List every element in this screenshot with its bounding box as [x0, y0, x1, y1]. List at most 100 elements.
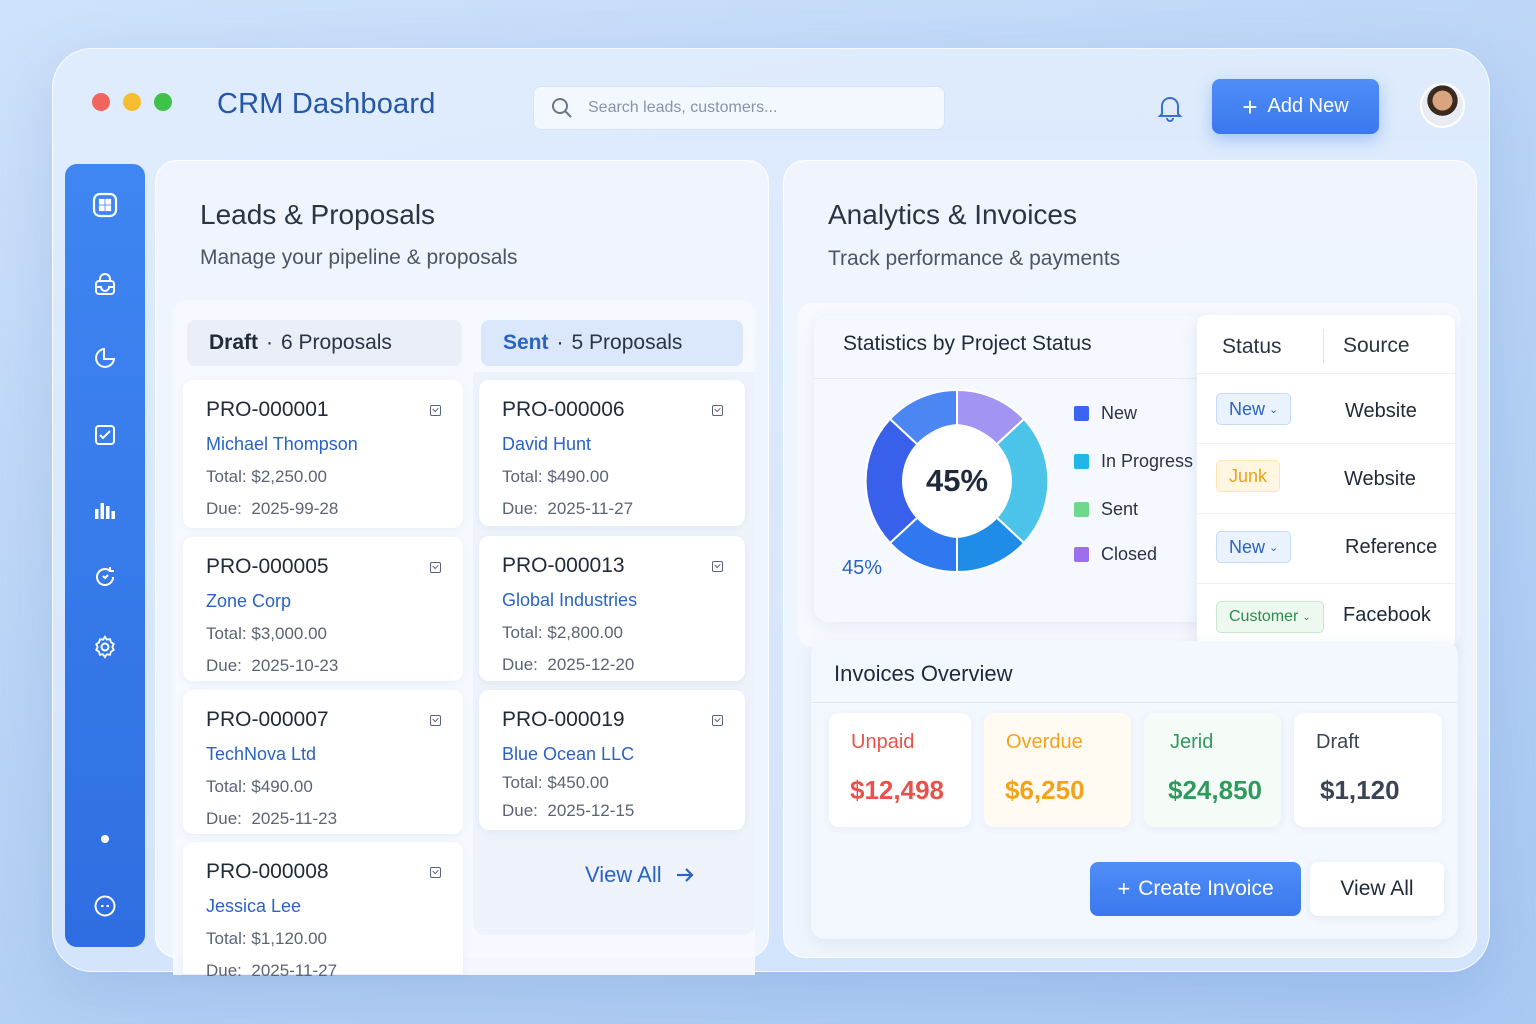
proposal-id: PRO-000013 — [502, 554, 625, 577]
proposal-due: Due: 2025-11-23 — [206, 809, 338, 828]
chevron-down-icon: ⌄ — [1269, 403, 1279, 416]
proposal-due: Due: 2025-12-15 — [502, 801, 635, 820]
proposal-card[interactable]: PRO-000006 David Hunt Total: $490.00 Due… — [479, 380, 745, 526]
client-name-link[interactable]: David Hunt — [502, 434, 745, 455]
task-check-icon[interactable] — [92, 422, 118, 448]
analytics-title: Analytics & Invoices — [828, 199, 1077, 230]
proposal-due: Due: 2025-11-27 — [502, 499, 634, 518]
source-cell: Website — [1345, 400, 1417, 422]
table-row[interactable]: New ⌄ Reference — [1197, 513, 1455, 583]
proposal-id: PRO-000006 — [502, 398, 625, 421]
proposal-total: Total: $490.00 — [206, 777, 313, 796]
status-badge[interactable]: New ⌄ — [1216, 393, 1292, 425]
table-row[interactable]: New ⌄ Website — [1197, 373, 1455, 443]
source-cell: Facebook — [1343, 604, 1431, 626]
checkbox-icon[interactable] — [712, 561, 723, 572]
refresh-icon[interactable] — [92, 564, 118, 590]
sent-column-header[interactable]: Sent · 5 Proposals — [481, 320, 743, 366]
invoice-tile-draft[interactable]: Draft $1,120 — [1294, 713, 1442, 827]
search-input[interactable] — [588, 99, 928, 117]
chevron-down-icon: ⌄ — [1302, 611, 1311, 623]
pie-chart-icon[interactable] — [92, 345, 118, 371]
legend-item-in-progress[interactable]: In Progress — [1074, 451, 1193, 472]
settings-icon[interactable] — [92, 634, 118, 660]
proposal-id: PRO-000008 — [206, 860, 329, 883]
proposal-card[interactable]: PRO-000005 Zone Corp Total: $3,000.00 Du… — [183, 537, 463, 681]
plus-icon: + — [1117, 876, 1131, 901]
proposal-card[interactable]: PRO-000001 Michael Thompson Total: $2,25… — [183, 380, 463, 528]
checkbox-icon[interactable] — [430, 562, 441, 573]
proposal-card[interactable]: PRO-000007 TechNova Ltd Total: $490.00 D… — [183, 690, 463, 834]
client-name-link[interactable]: Global Industries — [502, 590, 745, 611]
plus-icon: + — [1242, 91, 1258, 122]
source-cell: Website — [1344, 468, 1416, 490]
view-all-proposals-link[interactable]: View All — [585, 862, 694, 888]
add-new-button[interactable]: + Add New — [1212, 79, 1379, 134]
source-cell: Reference — [1345, 536, 1438, 558]
client-name-link[interactable]: Blue Ocean LLC — [502, 744, 745, 765]
invoice-tile-paid[interactable]: Jerid $24,850 — [1144, 713, 1281, 827]
legend-item-sent[interactable]: Sent — [1074, 499, 1138, 520]
bell-icon[interactable] — [1157, 94, 1183, 122]
client-name-link[interactable]: TechNova Ltd — [206, 744, 463, 765]
chat-icon[interactable] — [92, 893, 118, 919]
checkbox-icon[interactable] — [430, 867, 441, 878]
proposal-due: Due: 2025-11-27 — [206, 961, 338, 980]
chevron-down-icon: ⌄ — [1269, 541, 1279, 554]
status-badge[interactable]: Junk — [1216, 460, 1281, 492]
invoices-title: Invoices Overview — [834, 661, 1013, 686]
proposal-card[interactable]: PRO-000013 Global Industries Total: $2,8… — [479, 536, 745, 681]
search-bar[interactable] — [533, 86, 945, 130]
leads-subtitle: Manage your pipeline & proposals — [200, 246, 518, 269]
close-dot[interactable] — [92, 93, 110, 111]
minimize-dot[interactable] — [123, 93, 141, 111]
invoice-tile-unpaid[interactable]: Unpaid $12,498 — [829, 713, 971, 827]
inbox-icon[interactable] — [92, 272, 118, 298]
proposal-total: Total: $490.00 — [502, 467, 609, 486]
legend-item-closed[interactable]: Closed — [1074, 544, 1157, 565]
proposal-id: PRO-000019 — [502, 708, 625, 731]
proposal-id: PRO-000007 — [206, 708, 329, 731]
status-source-table: Status Source New ⌄ Website Junk Website … — [1197, 315, 1455, 649]
maximize-dot[interactable] — [154, 93, 172, 111]
bar-chart-icon[interactable] — [92, 496, 118, 522]
create-invoice-button[interactable]: + Create Invoice — [1090, 862, 1301, 916]
proposal-total: Total: $450.00 — [502, 773, 609, 792]
checkbox-icon[interactable] — [712, 715, 723, 726]
checkbox-icon[interactable] — [430, 405, 441, 416]
proposal-total: Total: $2,800.00 — [502, 623, 624, 642]
checkbox-icon[interactable] — [430, 715, 441, 726]
dot-icon — [92, 826, 118, 852]
arrow-right-icon — [676, 868, 694, 882]
proposal-total: Total: $3,000.00 — [206, 624, 328, 643]
checkbox-icon[interactable] — [712, 405, 723, 416]
leads-title: Leads & Proposals — [200, 199, 436, 230]
proposal-card[interactable]: PRO-000008 Jessica Lee Total: $1,120.00 … — [183, 842, 463, 980]
legend-item-new[interactable]: New — [1074, 403, 1137, 424]
proposal-id: PRO-000005 — [206, 555, 329, 578]
dashboard-icon[interactable] — [92, 192, 118, 218]
proposal-total: Total: $1,120.00 — [206, 929, 328, 948]
client-name-link[interactable]: Michael Thompson — [206, 434, 463, 455]
app-title: CRM Dashboard — [217, 88, 436, 120]
window-controls — [92, 93, 172, 111]
proposal-id: PRO-000001 — [206, 398, 329, 421]
table-row[interactable]: Junk Website — [1197, 443, 1455, 513]
sidebar — [65, 164, 145, 947]
proposal-total: Total: $2,250.00 — [206, 467, 328, 486]
stats-title: Statistics by Project Status — [843, 332, 1092, 355]
status-column-header[interactable]: Status — [1222, 335, 1282, 359]
proposal-due: Due: 2025-99-28 — [206, 499, 339, 518]
status-badge[interactable]: New ⌄ — [1216, 531, 1292, 563]
client-name-link[interactable]: Jessica Lee — [206, 896, 463, 917]
status-badge[interactable]: Customer ⌄ — [1216, 601, 1324, 633]
avatar[interactable] — [1420, 83, 1465, 128]
view-all-invoices-button[interactable]: View All — [1310, 862, 1444, 916]
client-name-link[interactable]: Zone Corp — [206, 591, 463, 612]
proposal-due: Due: 2025-10-23 — [206, 656, 339, 675]
proposal-card[interactable]: PRO-000019 Blue Ocean LLC Total: $450.00… — [479, 690, 745, 830]
invoice-tile-overdue[interactable]: Overdue $6,250 — [984, 713, 1131, 827]
proposal-due: Due: 2025-12-20 — [502, 655, 635, 674]
draft-column-header[interactable]: Draft · 6 Proposals — [187, 320, 462, 366]
source-column-header[interactable]: Source — [1343, 334, 1410, 358]
